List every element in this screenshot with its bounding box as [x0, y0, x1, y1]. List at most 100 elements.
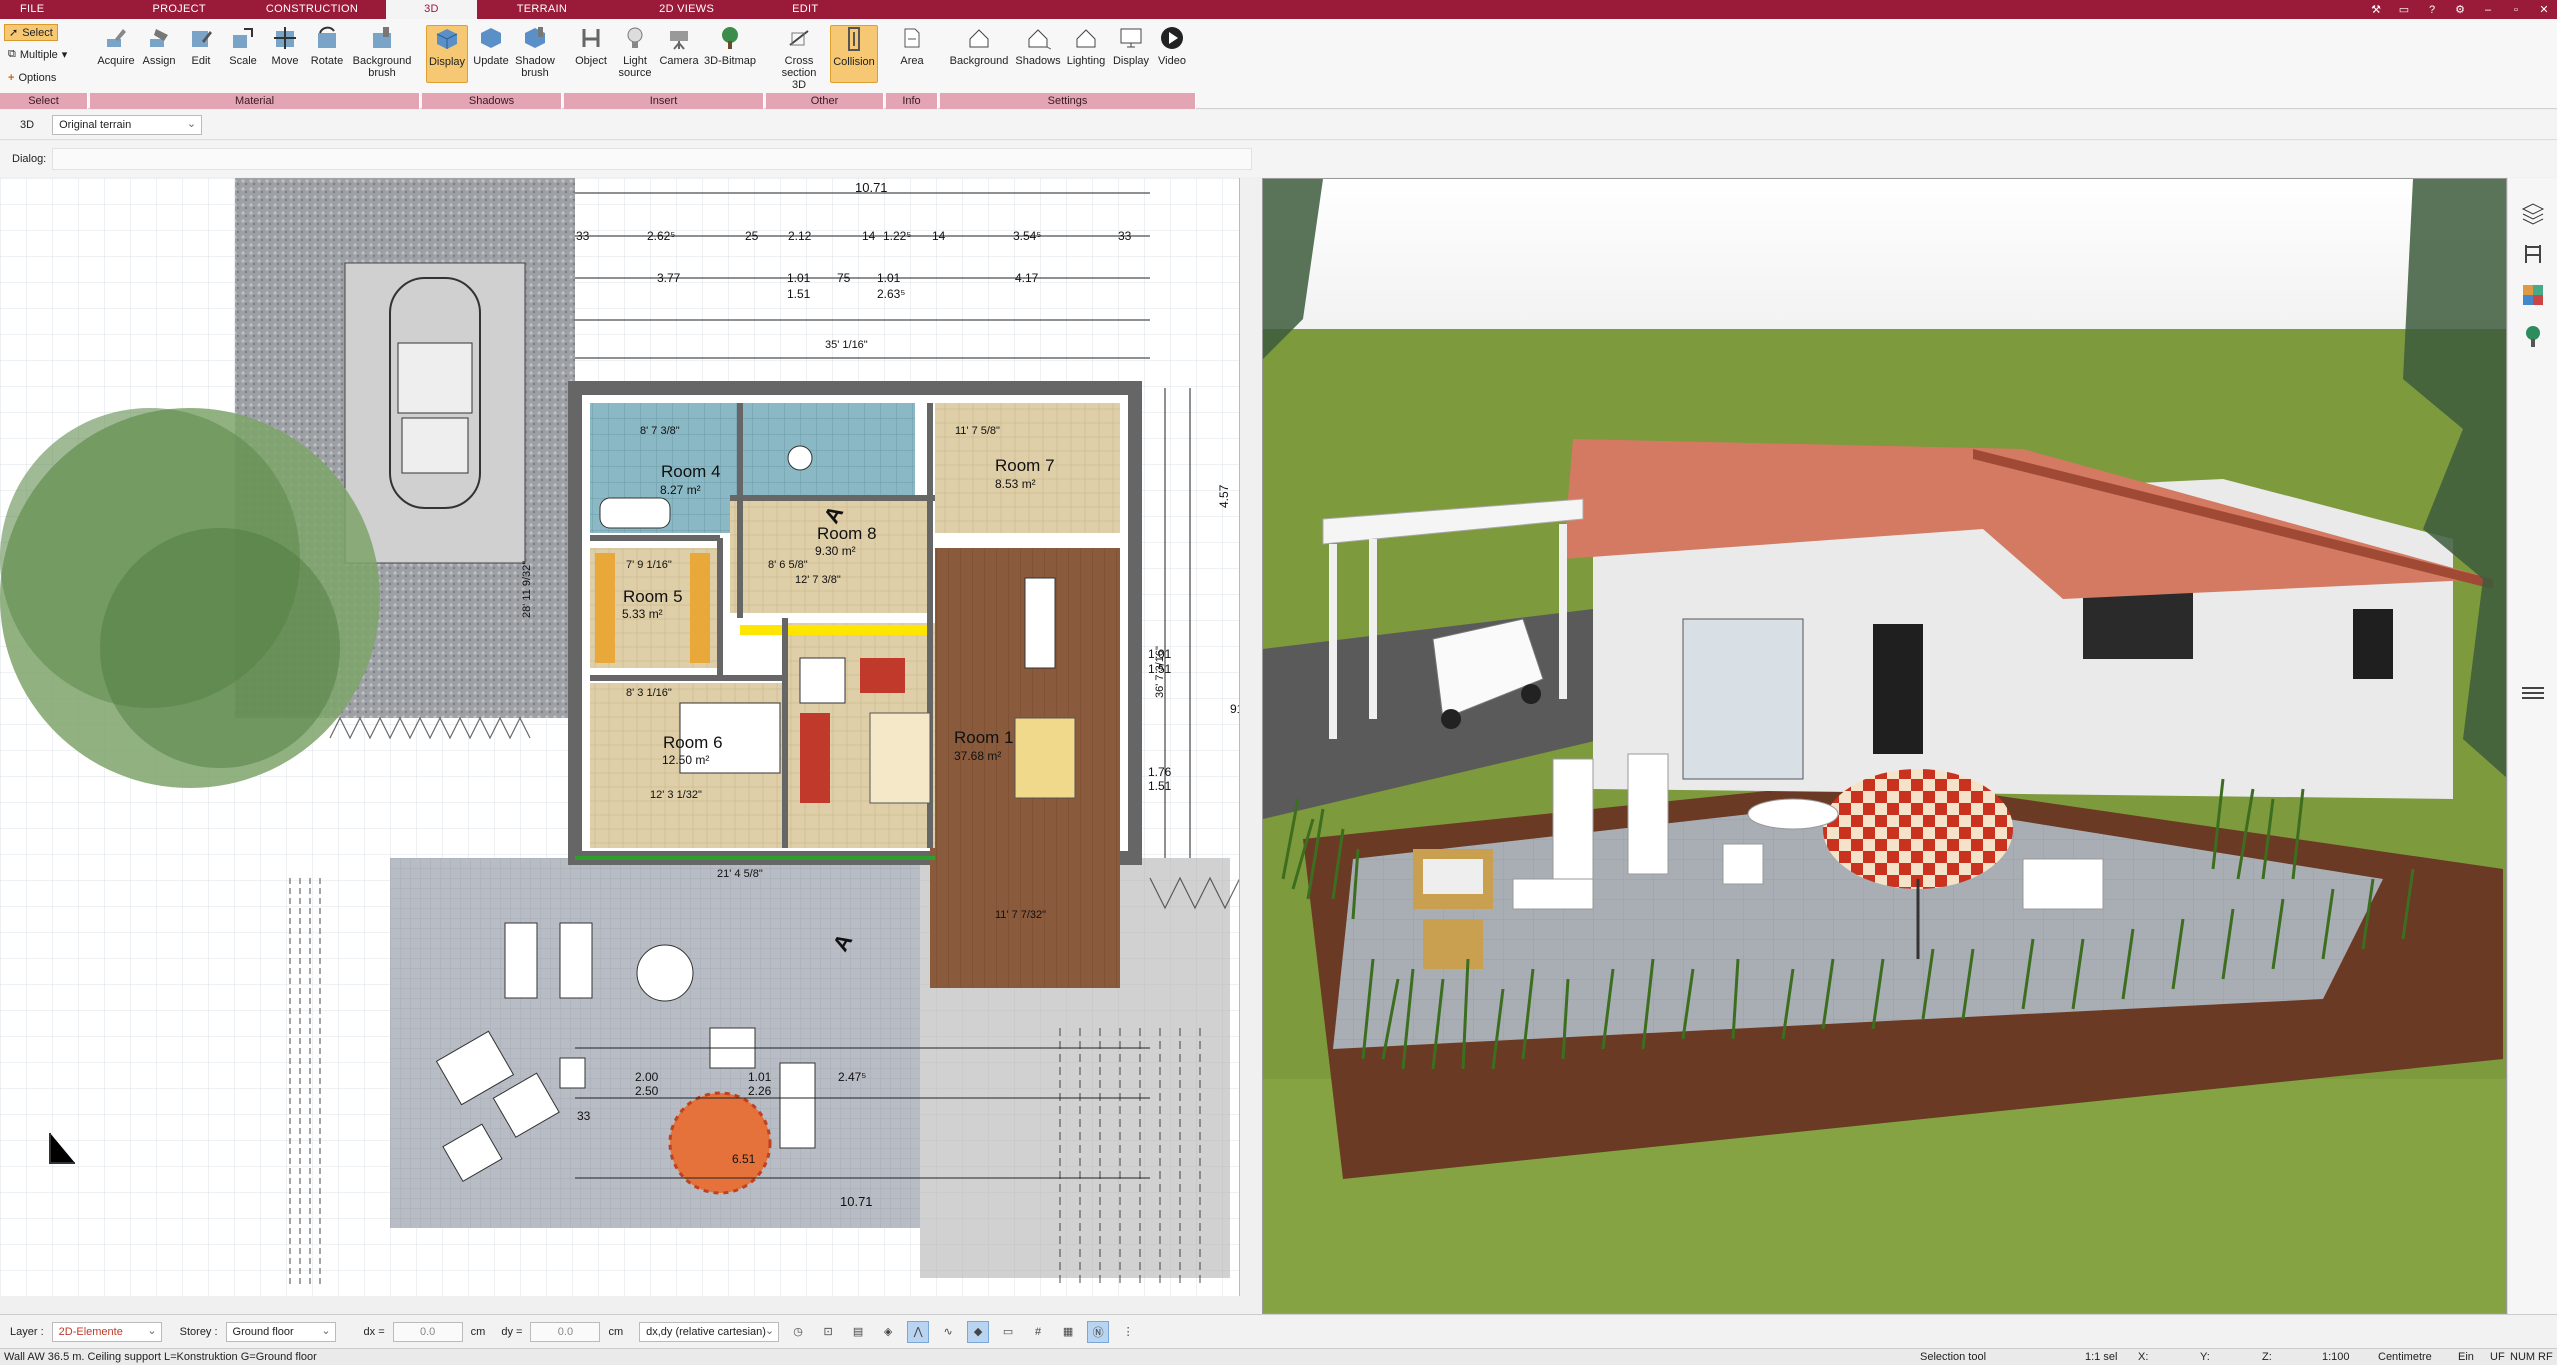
north-icon[interactable]: Ⓝ: [1087, 1320, 1110, 1343]
svg-text:Room 7: Room 7: [995, 456, 1055, 475]
svg-text:10.71: 10.71: [840, 1194, 873, 1209]
svg-text:33: 33: [576, 229, 590, 243]
snap-point-icon[interactable]: ⊡: [817, 1321, 839, 1343]
svg-text:1.01: 1.01: [787, 271, 811, 285]
multiple-button[interactable]: ⧉ Multiple ▾: [4, 46, 71, 63]
dy-input[interactable]: 0.0: [530, 1321, 601, 1342]
status-selection: 1:1 sel: [2085, 1351, 2118, 1363]
grid-icon[interactable]: #: [1027, 1321, 1049, 1343]
svg-text:3.77: 3.77: [657, 271, 681, 285]
shadows-group-label: Shadows: [422, 93, 562, 109]
hatch-icon[interactable]: ▦: [1057, 1321, 1079, 1343]
help-icon[interactable]: ?: [2425, 4, 2439, 16]
tab-edit[interactable]: EDIT: [734, 0, 838, 19]
cross-section-3d-button[interactable]: Cross section 3D: [774, 25, 824, 91]
wardrobe-right: [690, 553, 710, 663]
plants-icon[interactable]: [2520, 323, 2546, 349]
maximize-icon[interactable]: ▫: [2509, 4, 2523, 16]
snap-object-icon[interactable]: ◈: [877, 1321, 899, 1343]
assign-button[interactable]: Assign: [138, 25, 180, 67]
chair-catalog-icon[interactable]: [2520, 241, 2546, 267]
tab-construction[interactable]: CONSTRUCTION: [226, 0, 378, 19]
collision-button[interactable]: Collision: [830, 25, 878, 83]
floor-plan-view[interactable]: 10.71 2.62⁵ 25 2.12 14 1.22⁵ 14 3.54⁵ 33…: [0, 178, 1240, 1296]
terrain-select[interactable]: Original terrain: [52, 114, 203, 135]
scale-button[interactable]: Scale: [222, 25, 264, 67]
layout-icon[interactable]: ▭: [2397, 3, 2411, 16]
light-source-button[interactable]: Light source: [614, 25, 656, 79]
rotate-material-button[interactable]: Rotate: [306, 25, 348, 67]
snap-angle-icon[interactable]: ∿: [937, 1321, 959, 1343]
snap-edge-icon[interactable]: ◆: [967, 1320, 990, 1343]
settings-group-label: Settings: [940, 93, 1196, 109]
more-options-icon[interactable]: ⋮: [1117, 1321, 1139, 1343]
svg-text:12.50 m²: 12.50 m²: [662, 753, 709, 767]
multiple-icon: ⧉: [8, 48, 16, 60]
dining-table: [1014, 717, 1076, 799]
floor-plan-canvas[interactable]: 10.71 2.62⁵ 25 2.12 14 1.22⁵ 14 3.54⁵ 33…: [0, 178, 1240, 1296]
area-icon: [904, 28, 920, 48]
display-shadows-button[interactable]: Display: [426, 25, 468, 83]
svg-text:1.76: 1.76: [1148, 765, 1172, 779]
tab-2d-views[interactable]: 2D VIEWS: [587, 0, 734, 19]
acquire-button[interactable]: Acquire: [95, 25, 137, 67]
update-shadows-button[interactable]: Update: [470, 25, 512, 67]
coord-mode-select[interactable]: dx,dy (relative cartesian): [639, 1321, 780, 1342]
background-brush-button[interactable]: Background brush: [348, 25, 416, 79]
object-button[interactable]: Object: [570, 25, 612, 67]
svg-text:2.00: 2.00: [635, 1070, 659, 1084]
bottom-toolbar: Layer : 2D-Elemente Storey : Ground floo…: [0, 1314, 2557, 1348]
material-group-label: Material: [90, 93, 420, 109]
dialog-field[interactable]: [52, 148, 1253, 170]
play-icon: [1161, 27, 1183, 49]
close-icon[interactable]: ✕: [2537, 3, 2551, 16]
snap-grid-icon[interactable]: ▤: [847, 1321, 869, 1343]
3d-view[interactable]: [1262, 178, 2507, 1314]
bath-floor: [740, 403, 915, 498]
3d-bitmap-button[interactable]: 3D-Bitmap: [702, 25, 758, 67]
camera-icon: [670, 31, 688, 50]
snap-line-icon[interactable]: ⋀: [907, 1320, 930, 1343]
dx-input[interactable]: 0.0: [392, 1321, 463, 1342]
options-button[interactable]: + Options: [4, 69, 60, 86]
video-button[interactable]: Video: [1152, 25, 1192, 67]
tab-project[interactable]: PROJECT: [64, 0, 225, 19]
cube-shadow-icon: [436, 29, 458, 49]
select-button[interactable]: ➚ Select: [4, 24, 58, 41]
view-mode-label: 3D: [20, 118, 35, 131]
tab-file[interactable]: FILE: [0, 0, 64, 19]
3d-scene[interactable]: [1263, 179, 2507, 1314]
shadow-brush-button[interactable]: Shadow brush: [514, 25, 556, 79]
area-button[interactable]: Area: [891, 25, 933, 67]
svg-text:2.50: 2.50: [635, 1084, 659, 1098]
status-unit: Centimetre: [2378, 1351, 2432, 1363]
svg-text:4.17: 4.17: [1015, 271, 1039, 285]
settings-icon[interactable]: ⚙: [2453, 3, 2467, 16]
svg-text:12' 3 1/32": 12' 3 1/32": [650, 789, 702, 801]
background-button[interactable]: Background: [944, 25, 1014, 67]
clock-icon[interactable]: ◷: [787, 1321, 809, 1343]
panel-handle-icon[interactable]: [2520, 683, 2546, 703]
svg-text:1.22⁵: 1.22⁵: [883, 229, 911, 243]
info-group-label: Info: [886, 93, 938, 109]
display-settings-button[interactable]: Display: [1108, 25, 1154, 67]
minimize-icon[interactable]: –: [2481, 4, 2495, 16]
tools-icon[interactable]: ⚒: [2369, 3, 2383, 16]
toilet-symbol: [787, 445, 813, 471]
svg-text:1.01: 1.01: [748, 1070, 772, 1084]
layers-icon[interactable]: [2520, 200, 2546, 226]
tree-symbol-left: [0, 408, 380, 788]
shadows-settings-button[interactable]: Shadows: [1014, 25, 1062, 67]
camera-button[interactable]: Camera: [658, 25, 700, 67]
edit-material-button[interactable]: Edit: [180, 25, 222, 67]
storey-select[interactable]: Ground floor: [225, 1321, 336, 1342]
lighting-button[interactable]: Lighting: [1062, 25, 1110, 67]
tab-terrain[interactable]: TERRAIN: [477, 0, 587, 19]
move-material-button[interactable]: Move: [264, 25, 306, 67]
ortho-icon[interactable]: ▭: [997, 1321, 1019, 1343]
tab-3d[interactable]: 3D: [386, 0, 477, 19]
materials-icon[interactable]: [2520, 282, 2546, 308]
layer-select[interactable]: 2D-Elemente: [51, 1321, 162, 1342]
svg-text:33: 33: [577, 1109, 591, 1123]
svg-text:28' 11 9/32": 28' 11 9/32": [521, 561, 533, 618]
